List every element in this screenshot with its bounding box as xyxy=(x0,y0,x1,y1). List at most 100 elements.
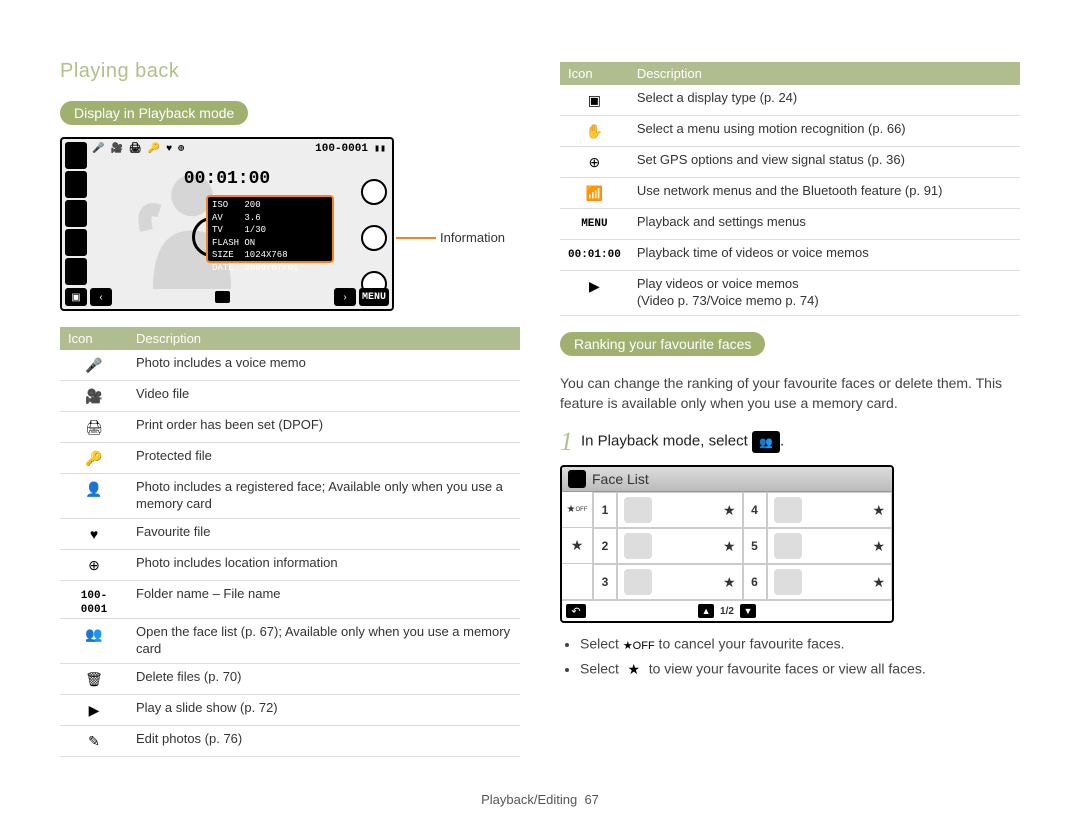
icon-description: Set GPS options and view signal status (… xyxy=(629,147,1020,178)
star-icon: ★ xyxy=(872,574,885,591)
face-slot: ★ xyxy=(767,564,893,600)
icon-description: Folder name – File name xyxy=(128,580,520,618)
star-icon: ★ xyxy=(872,502,885,519)
face-slot: ★ xyxy=(617,564,743,600)
location-info-icon: ⊕ xyxy=(178,143,184,155)
page-indicator: 1/2 xyxy=(720,606,734,617)
prev-icon: ‹ xyxy=(90,288,112,306)
star-icon: ★ xyxy=(723,502,736,519)
playback-time-display: 00:01:00 xyxy=(184,169,270,189)
table-header-description: Description xyxy=(128,327,520,350)
star-icon: ★ xyxy=(872,538,885,555)
screen-side-button xyxy=(65,258,87,285)
motion-menu-icon: ✋ xyxy=(583,121,605,141)
face-rank-number: 6 xyxy=(743,564,767,600)
icon-description: Protected file xyxy=(128,443,520,474)
play-mode-icon xyxy=(568,470,586,488)
face-rank-number: 2 xyxy=(593,528,617,564)
battery-icon: ▮▮ xyxy=(374,143,386,155)
avatar xyxy=(774,569,802,595)
location-info-icon: ⊕ xyxy=(83,555,105,575)
table-row: 🗑Delete files (p. 70) xyxy=(60,663,520,694)
table-row: 🎤Photo includes a voice memo xyxy=(60,350,520,381)
avatar xyxy=(774,497,802,523)
face-list-mockup: Face List ★OFF ★ 1 ★ 4 ★ 2 ★ 5 ★ 3 xyxy=(560,465,894,623)
step-instruction: In Playback mode, select 👥. xyxy=(581,431,784,453)
table-row: ♥Favourite file xyxy=(60,518,520,549)
video-file-icon: 🎥 xyxy=(110,143,122,155)
menu-button: MENU xyxy=(359,288,389,306)
print-order-icon: 🖨 xyxy=(129,143,142,155)
menu-icon: MENU xyxy=(581,214,607,234)
gps-icon xyxy=(361,225,387,251)
network-icon: 📶 xyxy=(583,183,605,203)
table-header-icon: Icon xyxy=(560,62,629,85)
slideshow-icon: ▶ xyxy=(83,700,105,720)
face-list-icon: 👥 xyxy=(752,431,780,453)
table-row: ▣Select a display type (p. 24) xyxy=(560,85,1020,116)
icon-description: Playback time of videos or voice memos xyxy=(629,240,1020,271)
icon-description: Delete files (p. 70) xyxy=(128,663,520,694)
section-heading-display: Display in Playback mode xyxy=(60,101,248,125)
screen-side-button xyxy=(65,142,87,169)
photo-info-panel: ISO 200 AV 3.6 TV 1/30 FLASH ON SIZE 102… xyxy=(206,195,334,263)
table-row: ⊕ Photo includes location information xyxy=(60,549,520,580)
icon-description: Edit photos (p. 76) xyxy=(128,725,520,756)
breadcrumb: Playing back xyxy=(60,60,520,83)
table-row: 100-0001Folder name – File name xyxy=(60,580,520,618)
face-rank-number: 1 xyxy=(593,492,617,528)
page-up-icon: ▲ xyxy=(698,604,714,618)
video-file-icon: 🎥 xyxy=(83,386,105,406)
back-icon: ↶ xyxy=(566,604,586,618)
face-list-icon: 👥 xyxy=(83,624,105,644)
icon-description: Play a slide show (p. 72) xyxy=(128,694,520,725)
face-rank-number: 5 xyxy=(743,528,767,564)
table-row: MENUPlayback and settings menus xyxy=(560,209,1020,240)
next-icon: › xyxy=(334,288,356,306)
icon-description: Photo includes location information xyxy=(128,549,520,580)
table-row: 🖨 Print order has been set (DPOF) xyxy=(60,412,520,443)
star-icon: ★ xyxy=(623,659,645,679)
avatar xyxy=(774,533,802,559)
screen-side-button xyxy=(65,229,87,256)
icon-description: Photo includes a voice memo xyxy=(128,350,520,381)
page-down-icon: ▼ xyxy=(740,604,756,618)
icon-description: Open the face list (p. 67); Available on… xyxy=(128,619,520,664)
face-list-title: Face List xyxy=(592,471,649,487)
table-row: ⊕Set GPS options and view signal status … xyxy=(560,147,1020,178)
star-off-icon: ★OFF xyxy=(562,492,592,528)
avatar xyxy=(624,497,652,523)
star-icon: ★ xyxy=(723,574,736,591)
face-rank-number: 3 xyxy=(593,564,617,600)
callout-line xyxy=(396,237,436,239)
bottom-indicator-icon xyxy=(215,291,230,303)
playback-time-icon: 00:01:00 xyxy=(568,245,621,265)
registered-face-icon: 👤 xyxy=(83,479,105,499)
section-heading-ranking: Ranking your favourite faces xyxy=(560,332,765,356)
playback-screen-mockup: 🎤 🎥 🖨 🔑 ♥ ⊕ 100-0001 ▮▮ 00: xyxy=(60,137,394,311)
table-row: 👥 Open the face list (p. 67); Available o… xyxy=(60,619,520,664)
face-slot: ★ xyxy=(767,492,893,528)
motion-menu-icon xyxy=(361,179,387,205)
favourite-file-icon: ♥ xyxy=(83,524,105,544)
face-rank-number: 4 xyxy=(743,492,767,528)
callout-label-information: Information xyxy=(440,230,505,245)
edit-photos-icon: ✎ xyxy=(83,731,105,751)
protected-file-icon: 🔑 xyxy=(148,143,160,155)
star-icon: ★ xyxy=(723,538,736,555)
display-type-icon: ▣ xyxy=(65,288,87,306)
table-row: 📶Use network menus and the Bluetooth fea… xyxy=(560,178,1020,209)
favourite-file-icon: ♥ xyxy=(166,144,172,155)
print-order-icon: 🖨 xyxy=(83,417,105,437)
table-row: 00:01:00 Playback time of videos or voice… xyxy=(560,240,1020,271)
table-row: 👤Photo includes a registered face; Avail… xyxy=(60,474,520,519)
screen-side-button xyxy=(65,200,87,227)
step-number: 1 xyxy=(560,427,573,457)
star-icon: ★ xyxy=(562,528,592,564)
list-item: Select ★OFF to cancel your favourite fac… xyxy=(580,635,1020,655)
icon-description: Video file xyxy=(128,381,520,412)
table-row: ▶Play videos or voice memos (Video p. 73… xyxy=(560,271,1020,316)
table-row: ✋Select a menu using motion recognition … xyxy=(560,116,1020,147)
icon-description: Print order has been set (DPOF) xyxy=(128,412,520,443)
table-row: ✎ Edit photos (p. 76) xyxy=(60,725,520,756)
